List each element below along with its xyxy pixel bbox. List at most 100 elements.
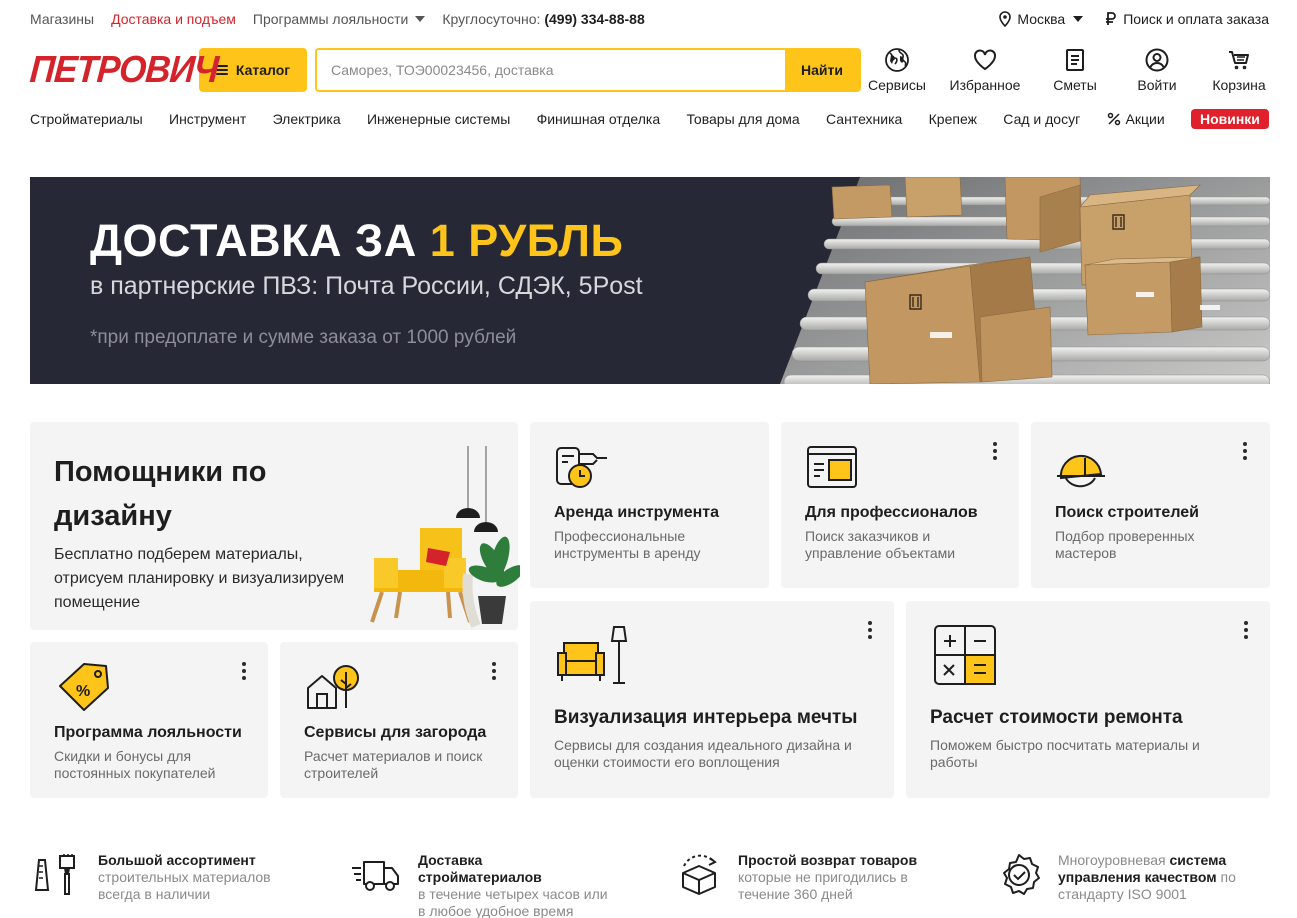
favorites-button[interactable]: Избранное [947,47,1023,93]
card-design-helpers[interactable]: Помощники по дизайну Бесплатно подберем … [30,422,520,630]
card-professionals[interactable]: Для профессионалов Поиск заказчиков и уп… [781,422,1019,588]
tools-icon [34,854,75,895]
order-search-link[interactable]: Поиск и оплата заказа [1105,11,1269,27]
card-builders-search[interactable]: Поиск строителей Подбор проверенных маст… [1031,422,1270,588]
city-selector[interactable]: Москва [998,11,1084,27]
card-title: Расчет стоимости ремонта [930,707,1183,728]
banner-title-accent: 1 РУБЛЬ [429,215,624,266]
nav-item-plumbing[interactable]: Сантехника [826,111,902,127]
services-button[interactable]: Сервисы [867,47,927,93]
discount-tag-icon: % [59,663,109,711]
promo-banner[interactable]: ДОСТАВКА ЗА 1 РУБЛЬ в партнерские ПВЗ: П… [30,177,1270,384]
nav-item-fasteners[interactable]: Крепеж [929,111,977,127]
delivery-truck-icon [352,861,399,891]
nav-item-promo[interactable]: Акции [1107,111,1165,127]
nav-item-new[interactable]: Новинки [1190,109,1269,129]
card-country-services[interactable]: Сервисы для загорода Расчет материалов и… [280,642,518,798]
more-menu-icon[interactable] [242,662,246,680]
cart-icon [1229,51,1249,70]
phone-number[interactable]: (499) 334-88-88 [544,11,644,27]
feature-text: которые не пригодились в течение 360 дне… [738,869,908,902]
card-description: Поможем быстро посчитать материалы и раб… [930,737,1200,770]
stores-link[interactable]: Магазины [30,11,94,27]
catalog-button-label: Каталог [235,62,291,78]
card-description: Подбор проверенных мастеров [1055,528,1195,561]
search-button[interactable]: Найти [785,50,859,90]
cart-button[interactable]: Корзина [1209,47,1269,93]
card-repair-cost[interactable]: Расчет стоимости ремонта Поможем быстро … [906,601,1270,798]
nav-item-finishing[interactable]: Финишная отделка [537,111,661,127]
nav-item-engineering[interactable]: Инженерные системы [367,111,510,127]
category-nav: Стройматериалы Инструмент Электрика Инже… [30,108,1269,130]
phone-label: Круглосуточно: [442,11,541,27]
estimates-button[interactable]: Сметы [1045,47,1105,93]
order-search-label: Поиск и оплата заказа [1123,11,1269,27]
feature-text: Многоуровневая система управления качест… [1058,852,1236,902]
user-icon [1145,48,1169,72]
card-title: Помощники по дизайну [54,456,267,532]
card-description: Профессиональные инструменты в аренду [554,528,701,561]
percent-icon [1107,112,1120,126]
drill-clock-icon [556,447,607,488]
armchair-illustration [370,446,520,628]
phone-info: Круглосуточно: (499) 334-88-88 [442,11,644,27]
more-menu-icon[interactable] [868,621,872,639]
header-icons: Сервисы Избранное Сметы Войти Корзина [867,47,1269,93]
services-label: Сервисы [867,77,926,93]
card-description: Расчет материалов и поиск строителей [304,748,483,781]
search-bar: Найти [315,48,861,92]
nav-item-building-materials[interactable]: Стройматериалы [30,111,143,127]
document-icon [1066,49,1084,71]
globe-icon [885,48,909,72]
loyalty-dropdown-label: Программы лояльности [252,11,409,27]
card-tool-rent[interactable]: Аренда инструмента Профессиональные инст… [530,422,769,588]
card-description: Поиск заказчиков и управление объектами [805,528,956,561]
card-title: Визуализация интерьера мечты [554,707,858,728]
nav-item-garden[interactable]: Сад и досуг [1003,111,1080,127]
logo[interactable]: ПЕТРОВИЧ [29,48,220,90]
card-title: Поиск строителей [1055,504,1199,521]
banner-title: ДОСТАВКА ЗА 1 РУБЛЬ [90,215,623,267]
login-button[interactable]: Войти [1127,47,1187,93]
city-name: Москва [1017,11,1066,27]
card-title: Сервисы для загорода [304,724,487,741]
feature-assortment: Большой ассортимент строительных материал… [34,852,284,903]
nav-item-home-goods[interactable]: Товары для дома [686,111,799,127]
feature-title: Простой возврат товаров [738,852,918,868]
favorites-label: Избранное [949,77,1021,93]
more-menu-icon[interactable] [1244,621,1248,639]
logo-text: ПЕТРОВИЧ [28,48,220,91]
feature-delivery: Доставка стройматериалов в течение четыре… [350,852,620,918]
delivery-link[interactable]: Доставка и подъем [111,11,236,27]
estimates-label: Сметы [1053,77,1097,93]
nav-item-electrics[interactable]: Электрика [273,111,341,127]
promo-label: Акции [1125,111,1165,127]
loyalty-dropdown[interactable]: Программы лояльности [252,11,426,27]
card-loyalty-program[interactable]: % Программа лояльности Скидки и бонусы д… [30,642,268,798]
calculator-icon [934,625,996,685]
feature-title: Большой ассортимент [98,852,256,868]
more-menu-icon[interactable] [993,442,997,460]
card-title: Для профессионалов [805,504,978,521]
card-interior-visualization[interactable]: Визуализация интерьера мечты Сервисы для… [530,601,894,798]
return-box-icon [682,854,717,895]
top-utility-bar: Магазины Доставка и подъем Программы лоя… [30,8,1269,30]
card-description: Сервисы для создания идеального дизайна … [554,737,852,770]
cart-label: Корзина [1212,77,1266,93]
svg-text:%: % [76,683,90,700]
search-input[interactable] [317,50,785,90]
feature-returns: Простой возврат товаров которые не пригод… [676,852,936,903]
nav-item-tools[interactable]: Инструмент [169,111,246,127]
banner-subtitle: в партнерские ПВЗ: Почта России, СДЭК, 5… [90,272,643,300]
main-header: ПЕТРОВИЧ Каталог Найти Сервисы Избранное… [29,46,1269,94]
heart-icon [974,49,996,71]
location-pin-icon [999,11,1012,27]
more-menu-icon[interactable] [492,662,496,680]
quality-badge-icon [1003,854,1040,895]
feature-text: в течение четырех часов или в любое удоб… [418,886,608,918]
more-menu-icon[interactable] [1243,442,1247,460]
ruble-icon [1106,12,1117,25]
house-tree-icon [307,665,359,709]
login-label: Войти [1137,77,1177,93]
chevron-down-icon [1073,16,1084,22]
